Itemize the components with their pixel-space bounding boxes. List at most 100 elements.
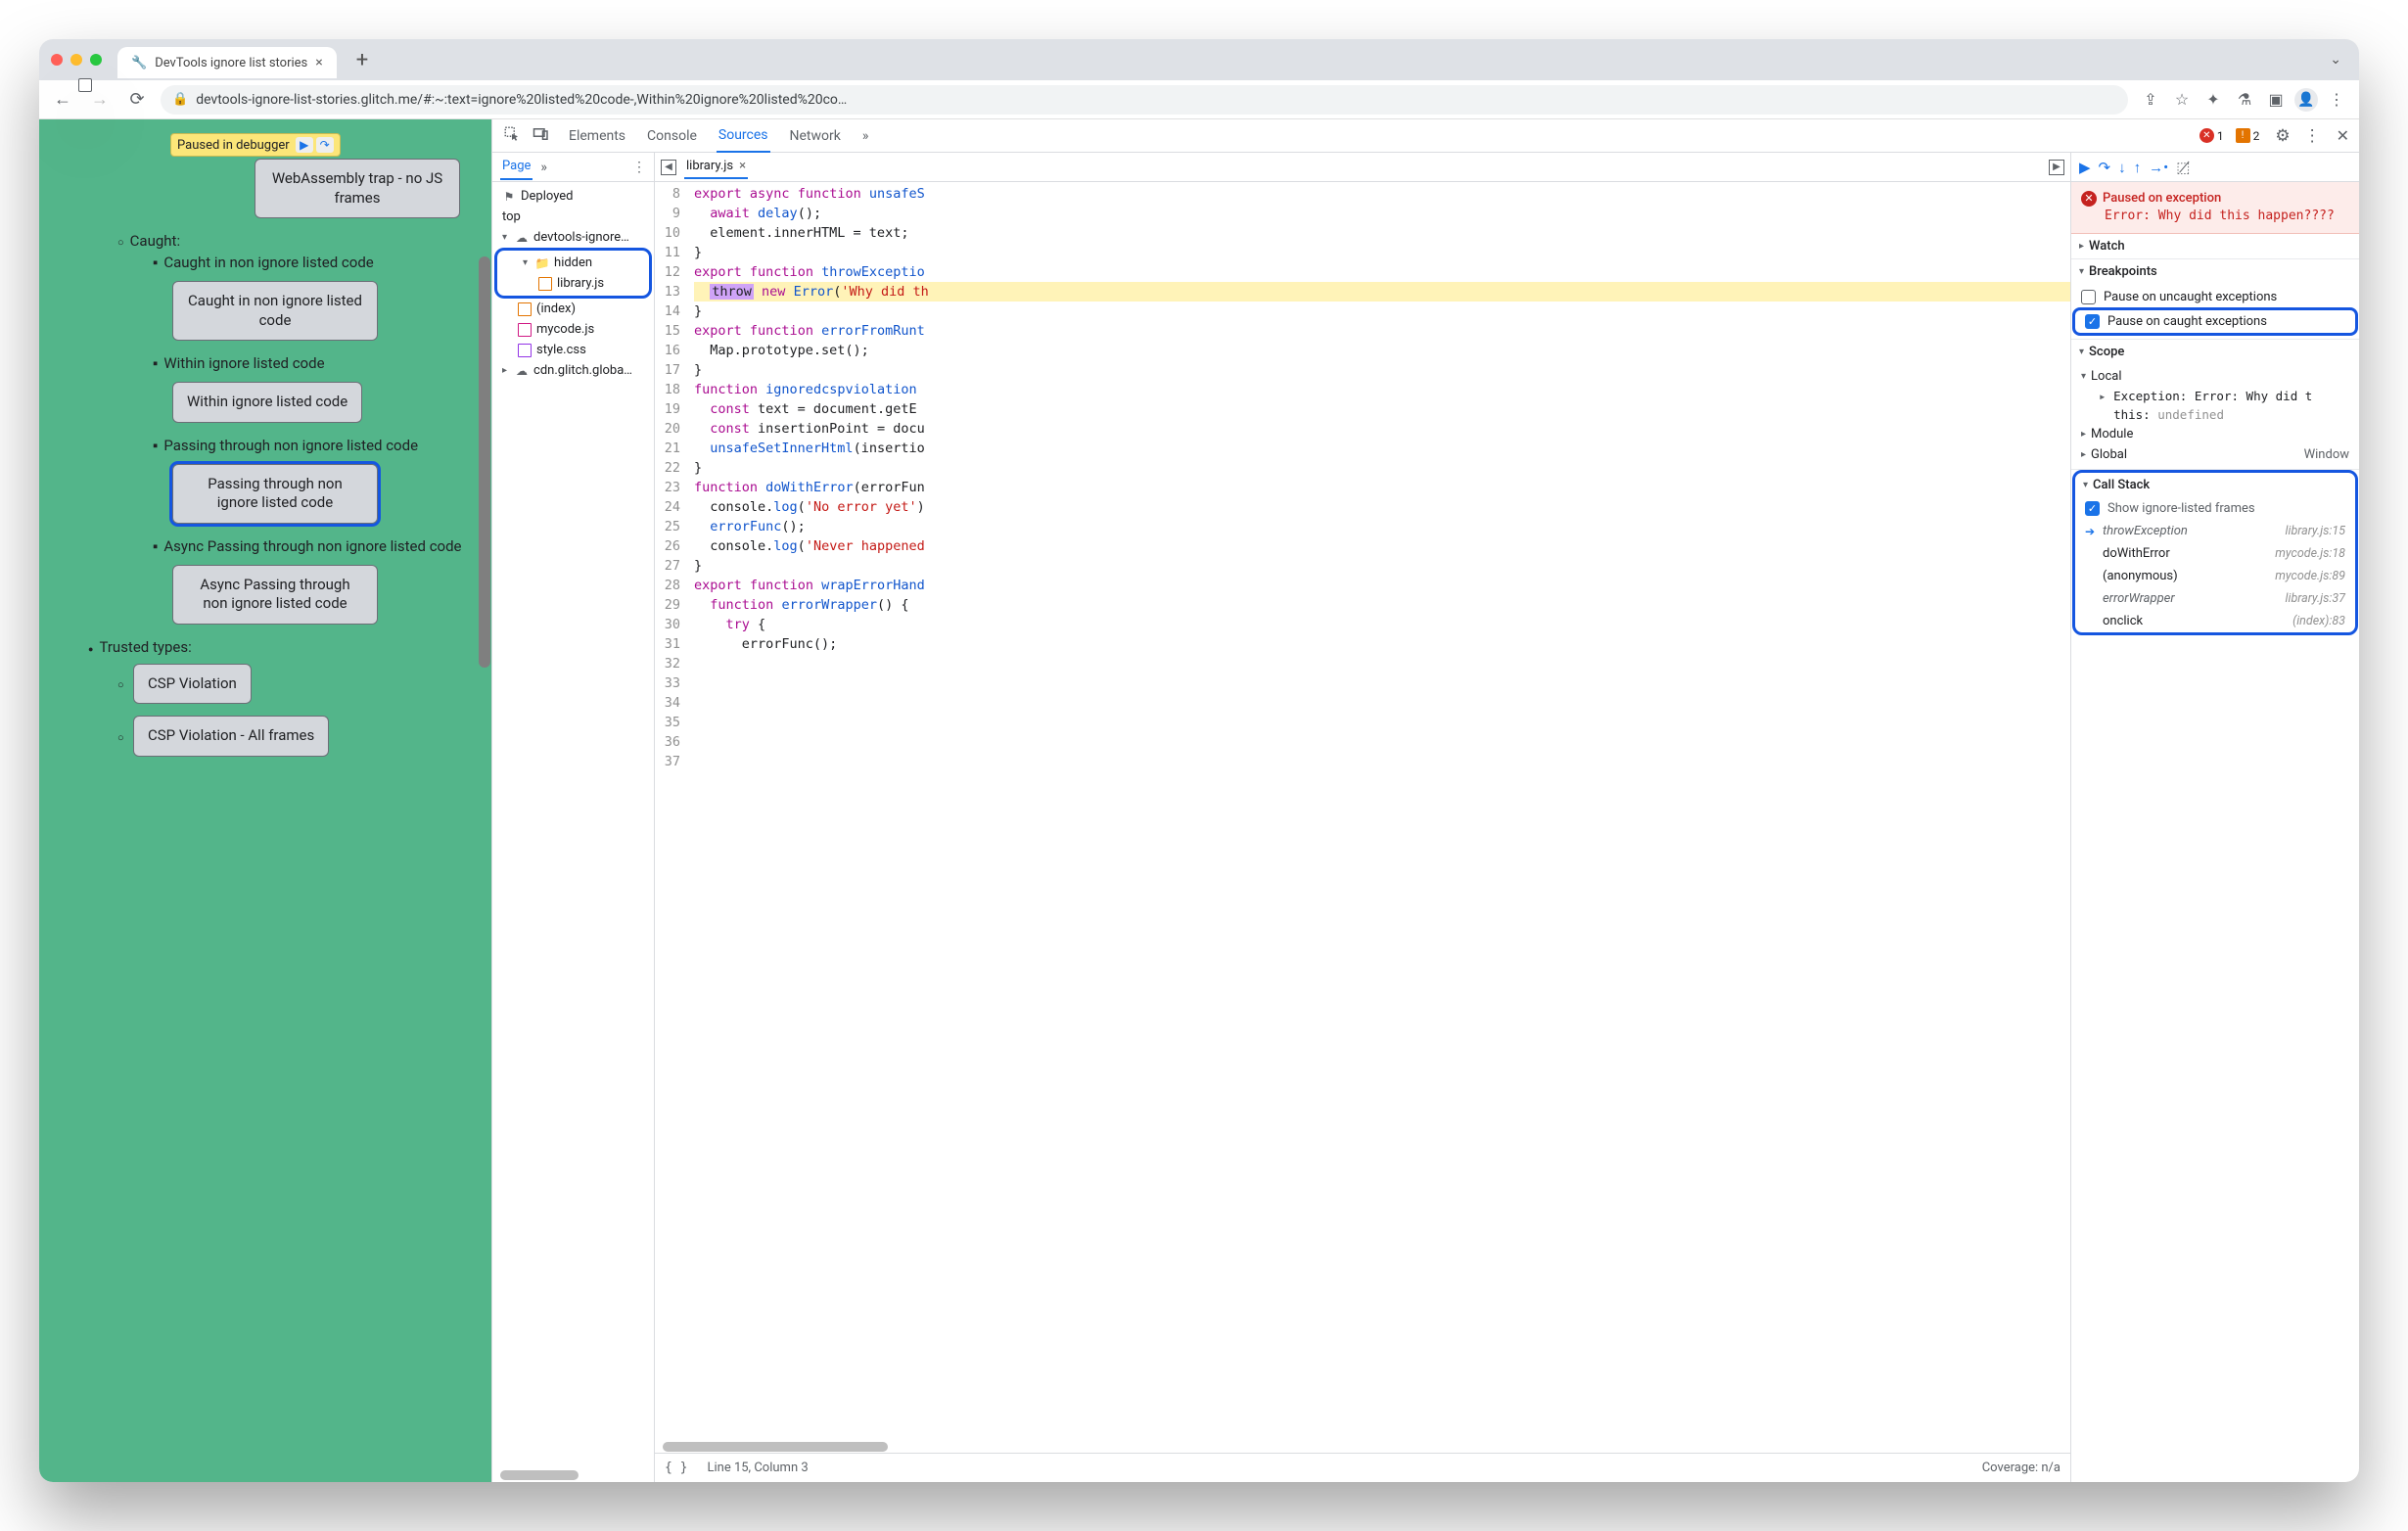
bookmark-star-icon[interactable]: ☆: [2169, 90, 2195, 109]
forward-button: →: [86, 89, 114, 110]
tab-console[interactable]: Console: [645, 120, 699, 152]
scope-section[interactable]: ▾Scope: [2071, 340, 2359, 364]
reload-button[interactable]: ⟳: [123, 89, 151, 110]
coverage-label: Coverage: n/a: [1982, 1461, 2061, 1475]
breakpoints-section[interactable]: ▾Breakpoints: [2071, 259, 2359, 284]
devtools-menu-icon[interactable]: ⋮: [2304, 126, 2321, 146]
editor-tab-library[interactable]: library.js ×: [684, 155, 748, 179]
scope-local[interactable]: Local: [2071, 366, 2359, 387]
tree-folder-hidden[interactable]: 📁hidden: [497, 253, 649, 273]
stepover-chip-icon[interactable]: ↷: [316, 137, 334, 153]
extensions-puzzle-icon[interactable]: ✦: [2200, 90, 2226, 109]
favicon: 🔧: [131, 56, 147, 70]
warnings-badge[interactable]: !2: [2236, 128, 2260, 143]
stack-frame[interactable]: onclick(index):83: [2075, 610, 2355, 632]
navigator-more-icon[interactable]: »: [540, 160, 547, 175]
device-toolbar-icon[interactable]: [530, 125, 553, 147]
page-scrollbar[interactable]: [478, 119, 491, 1482]
show-ignored-frames-row[interactable]: ✓ Show ignore-listed frames: [2075, 497, 2355, 520]
devtools-panel: Elements Console Sources Network » ✕1 !2…: [491, 119, 2359, 1482]
deactivate-breakpoints-icon[interactable]: ⬚̸: [2176, 159, 2190, 176]
stack-frame[interactable]: ➔throwExceptionlibrary.js:15: [2075, 520, 2355, 542]
stepinto-icon[interactable]: ↓: [2118, 159, 2126, 176]
format-icon[interactable]: { }: [665, 1461, 687, 1475]
csp-violation-button[interactable]: CSP Violation: [133, 664, 252, 705]
async-passing-button[interactable]: Async Passing through non ignore listed …: [172, 565, 378, 625]
toggle-navigator-icon[interactable]: ◀: [661, 160, 676, 175]
within-ignore-button[interactable]: Within ignore listed code: [172, 382, 362, 423]
sources-navigator: Page » ⋮ ⚑Deployed top ☁devtools-ignore……: [492, 153, 655, 1482]
sidepanel-icon[interactable]: ▣: [2263, 90, 2289, 109]
close-window[interactable]: [51, 54, 63, 66]
caught-item-3: Passing through non ignore listed code: [153, 437, 486, 454]
scope-exception[interactable]: ▸ Exception: Error: Why did t: [2071, 387, 2359, 405]
caught-non-ignore-button[interactable]: Caught in non ignore listed code: [172, 281, 378, 341]
stack-frame[interactable]: errorWrapperlibrary.js:37: [2075, 587, 2355, 610]
stack-frame[interactable]: (anonymous)mycode.js:89: [2075, 565, 2355, 587]
tabs-menu-chevron-icon[interactable]: ⌄: [2330, 52, 2347, 68]
stepover-icon[interactable]: ↷: [2099, 159, 2111, 176]
pause-caught-checkbox[interactable]: ✓: [2085, 314, 2100, 329]
editor-scrollbar[interactable]: [655, 1441, 2070, 1453]
profile-avatar[interactable]: 👤: [2294, 88, 2318, 112]
resume-icon[interactable]: ▶: [2079, 159, 2091, 176]
paused-in-debugger-chip: Paused in debugger ▶ ↷: [170, 133, 341, 157]
close-tab-icon[interactable]: ×: [315, 55, 322, 70]
pause-uncaught-row[interactable]: Pause on uncaught exceptions: [2071, 286, 2359, 308]
editor-status-bar: { } Line 15, Column 3 Coverage: n/a: [655, 1453, 2070, 1482]
file-tree: ⚑Deployed top ☁devtools-ignore… 📁hidden …: [492, 182, 654, 1468]
errors-badge[interactable]: ✕1: [2200, 128, 2224, 143]
devtools-topbar: Elements Console Sources Network » ✕1 !2…: [492, 119, 2359, 153]
line-gutter: 8910111213141516171819202122232425262728…: [655, 182, 688, 1441]
navigator-menu-icon[interactable]: ⋮: [632, 160, 646, 175]
tree-deployed[interactable]: ⚑Deployed: [492, 186, 654, 207]
tree-origin[interactable]: ☁devtools-ignore…: [492, 227, 654, 248]
stepout-icon[interactable]: ↑: [2134, 159, 2142, 176]
close-devtools-icon[interactable]: ✕: [2331, 126, 2355, 145]
code-body: export async function unsafeS await dela…: [688, 182, 2070, 1441]
stack-frame[interactable]: doWithErrormycode.js:18: [2075, 542, 2355, 565]
wasm-trap-button[interactable]: WebAssembly trap - no JS frames: [255, 159, 460, 218]
csp-violation-all-button[interactable]: CSP Violation - All frames: [133, 716, 329, 757]
pause-uncaught-checkbox[interactable]: [2081, 290, 2096, 304]
scope-module[interactable]: Module: [2071, 424, 2359, 444]
browser-tab[interactable]: 🔧 DevTools ignore list stories ×: [117, 47, 337, 78]
scope-global[interactable]: GlobalWindow: [2071, 444, 2359, 465]
chrome-menu-icon[interactable]: ⋮: [2324, 90, 2349, 109]
window-titlebar: 🔧 DevTools ignore list stories × + ⌄: [39, 39, 2359, 80]
scope-this: this: undefined: [2071, 405, 2359, 424]
toggle-debugger-icon[interactable]: ▶: [2049, 160, 2064, 175]
traffic-lights: [51, 54, 102, 66]
tab-network[interactable]: Network: [788, 120, 843, 152]
tree-file-library[interactable]: library.js: [497, 273, 649, 294]
resume-chip-icon[interactable]: ▶: [296, 137, 313, 153]
experiments-flask-icon[interactable]: ⚗: [2232, 90, 2257, 109]
close-file-icon[interactable]: ×: [739, 159, 746, 173]
inspect-element-icon[interactable]: [500, 125, 524, 147]
watch-section[interactable]: ▸Watch: [2071, 234, 2359, 258]
back-button[interactable]: ←: [49, 89, 76, 110]
tree-cdn[interactable]: ☁cdn.glitch.globa…: [492, 360, 654, 381]
more-tabs-icon[interactable]: »: [860, 120, 871, 152]
zoom-window[interactable]: [90, 54, 102, 66]
show-ignored-checkbox[interactable]: ✓: [2085, 501, 2100, 516]
minimize-window[interactable]: [70, 54, 82, 66]
tree-file-index[interactable]: (index): [492, 299, 654, 319]
navigator-scrollbar[interactable]: [492, 1468, 654, 1482]
step-icon[interactable]: →•: [2149, 159, 2168, 176]
navigator-page-tab[interactable]: Page: [500, 154, 533, 180]
address-bar[interactable]: 🔒 devtools-ignore-list-stories.glitch.me…: [161, 85, 2128, 115]
callstack-section[interactable]: ▾Call Stack: [2075, 473, 2355, 497]
passing-through-button[interactable]: Passing through non ignore listed code: [172, 464, 378, 524]
debugger-sidebar: ▶ ↷ ↓ ↑ →• ⬚̸ ✕Paused on exception Error…: [2071, 153, 2359, 1482]
code-editor[interactable]: 8910111213141516171819202122232425262728…: [655, 182, 2070, 1441]
tree-top[interactable]: top: [492, 207, 654, 227]
share-icon[interactable]: ⇪: [2138, 90, 2163, 109]
settings-gear-icon[interactable]: ⚙: [2275, 126, 2290, 146]
tree-file-style[interactable]: style.css: [492, 340, 654, 360]
new-tab-button[interactable]: +: [347, 48, 368, 72]
pause-caught-row[interactable]: ✓ Pause on caught exceptions: [2075, 310, 2355, 333]
tab-elements[interactable]: Elements: [567, 120, 627, 152]
tree-file-mycode[interactable]: mycode.js: [492, 319, 654, 340]
tab-sources[interactable]: Sources: [717, 119, 770, 153]
